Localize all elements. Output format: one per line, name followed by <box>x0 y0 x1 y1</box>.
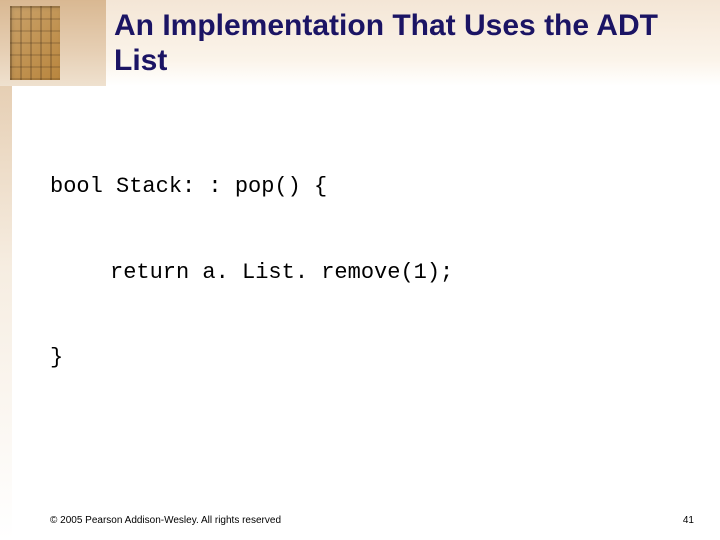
header-image <box>0 0 106 86</box>
slide-title: An Implementation That Uses the ADT List <box>114 8 700 79</box>
code-line-3: } <box>50 345 63 370</box>
code-line-2: return a. List. remove(1); <box>50 252 453 295</box>
code-line-1: bool Stack: : pop() { <box>50 174 327 199</box>
code-block: bool Stack: : pop() { return a. List. re… <box>50 123 700 423</box>
slide: An Implementation That Uses the ADT List… <box>0 0 720 540</box>
footer-copyright: © 2005 Pearson Addison-Wesley. All right… <box>50 515 281 526</box>
left-sidebar-deco <box>0 86 12 540</box>
footer-page-number: 41 <box>683 515 694 526</box>
